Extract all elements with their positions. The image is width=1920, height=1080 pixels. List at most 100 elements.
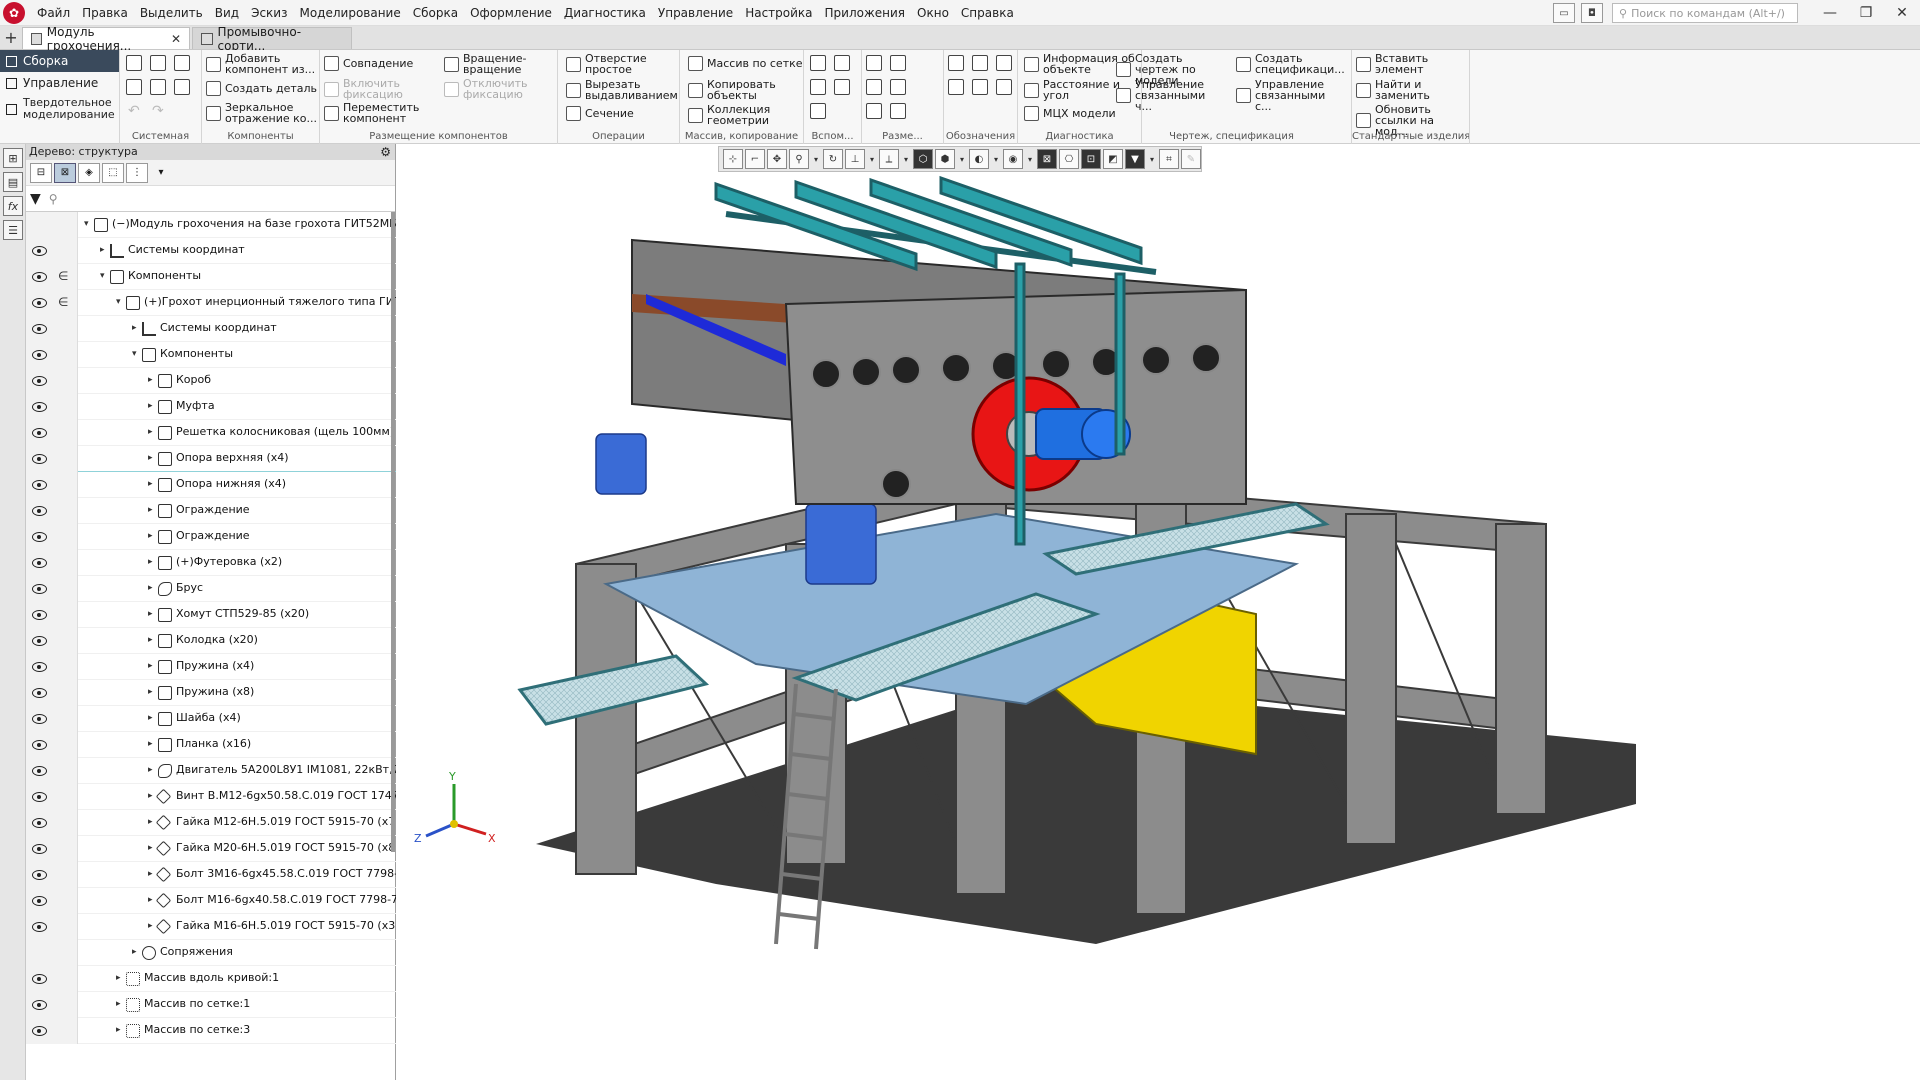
disable-fixation-button[interactable]: Отключить фиксацию xyxy=(444,78,533,100)
tree-row[interactable]: ▸ (+)Футеровка (x2) xyxy=(26,550,396,576)
eye-icon[interactable] xyxy=(31,504,47,518)
manage-drawings-button[interactable]: Управление связанными ч... xyxy=(1116,79,1225,112)
move-component-button[interactable]: Переместить компонент xyxy=(324,102,423,124)
menu-item[interactable]: Управление xyxy=(652,0,739,26)
menu-item[interactable]: Правка xyxy=(76,0,134,26)
expand-caret-icon[interactable]: ▸ xyxy=(148,921,153,931)
menu-item[interactable]: Моделирование xyxy=(293,0,406,26)
grid-array-button[interactable]: Массив по сетке xyxy=(688,56,803,71)
eye-icon[interactable] xyxy=(31,530,47,544)
expand-caret-icon[interactable]: ▸ xyxy=(148,713,153,723)
expand-caret-icon[interactable]: ▸ xyxy=(148,635,153,645)
tree-row[interactable]: ▸ Системы координат xyxy=(26,238,396,264)
gear-icon[interactable]: ⚙ xyxy=(380,144,391,160)
properties-icon[interactable] xyxy=(174,79,190,95)
eye-icon[interactable] xyxy=(31,712,47,726)
tree-row[interactable]: ▸ Пружина (x8) xyxy=(26,680,396,706)
tree-build-icon[interactable]: ⊠ xyxy=(54,162,76,183)
tree-row[interactable]: ▸ Брус xyxy=(26,576,396,602)
tree-row[interactable]: ▸ Опора нижняя (x4) xyxy=(26,472,396,498)
add-component-button[interactable]: Добавить компонент из... xyxy=(206,53,317,75)
create-spec-button[interactable]: Создать спецификаци... xyxy=(1236,53,1345,75)
mode-solid-modeling[interactable]: Твердотельное моделирование xyxy=(0,94,119,124)
tree-row[interactable]: ∈ ▾ (+)Грохот инерционный тяжелого типа ГИ… xyxy=(26,290,396,316)
properties-panel-icon[interactable]: ▤ xyxy=(3,172,23,192)
eye-icon[interactable] xyxy=(31,894,47,908)
eye-icon[interactable] xyxy=(31,426,47,440)
copy-objects-button[interactable]: Копировать объекты xyxy=(688,79,777,101)
eye-icon[interactable] xyxy=(31,322,47,336)
menu-item[interactable]: Сборка xyxy=(407,0,464,26)
tree-structure-icon[interactable]: ⊟ xyxy=(30,162,52,183)
screen-assembly-3d-model[interactable]: Y X Z xyxy=(396,144,1920,1080)
tree-row[interactable]: ▸ Пружина (x4) xyxy=(26,654,396,680)
eye-icon[interactable] xyxy=(31,634,47,648)
expand-caret-icon[interactable]: ▾ xyxy=(84,219,89,229)
filter-icon[interactable]: ▼ xyxy=(30,191,41,207)
print-icon[interactable] xyxy=(126,79,142,95)
expand-caret-icon[interactable]: ▸ xyxy=(148,427,153,437)
eye-icon[interactable] xyxy=(31,270,47,284)
aux-line-icon[interactable] xyxy=(810,103,826,119)
expand-caret-icon[interactable]: ▸ xyxy=(148,765,153,775)
tree-row[interactable]: ▸ Гайка М16-6Н.5.019 ГОСТ 5915-70 (x32) xyxy=(26,914,396,940)
insert-element-button[interactable]: Вставить элемент xyxy=(1356,53,1455,75)
eye-icon[interactable] xyxy=(31,1024,47,1038)
enable-fixation-button[interactable]: Включить фиксацию xyxy=(324,78,413,100)
tree-parts-icon[interactable]: ◈ xyxy=(78,162,100,183)
save-icon[interactable] xyxy=(174,55,190,71)
mirror-component-button[interactable]: Зеркальное отражение ко... xyxy=(206,102,317,124)
expand-caret-icon[interactable]: ▸ xyxy=(148,817,153,827)
hole-button[interactable]: Отверстие простое xyxy=(566,53,653,75)
eye-icon[interactable] xyxy=(31,764,47,778)
manage-spec-button[interactable]: Управление связанными с... xyxy=(1236,79,1345,112)
expand-caret-icon[interactable]: ▾ xyxy=(100,271,105,281)
tab-document-2[interactable]: Промывочно-сорти... xyxy=(192,25,352,53)
menu-item[interactable]: Вид xyxy=(209,0,245,26)
linear-dim-icon[interactable] xyxy=(866,55,882,71)
tree-row[interactable]: ▸ Шайба (x4) xyxy=(26,706,396,732)
expand-caret-icon[interactable]: ▸ xyxy=(148,791,153,801)
tree-row[interactable]: ▸ Системы координат xyxy=(26,316,396,342)
minimize-icon[interactable]: — xyxy=(1812,5,1848,21)
tab-close-icon[interactable]: ✕ xyxy=(171,32,181,46)
expand-caret-icon[interactable]: ▸ xyxy=(148,479,153,489)
tolerance-icon[interactable] xyxy=(996,55,1012,71)
include-icon[interactable]: ∈ xyxy=(58,269,68,283)
expand-caret-icon[interactable]: ▸ xyxy=(148,687,153,697)
radius-dim-icon[interactable] xyxy=(866,79,882,95)
tree-icon[interactable]: ⊞ xyxy=(3,148,23,168)
expand-caret-icon[interactable]: ▾ xyxy=(132,349,137,359)
screen-icon[interactable]: ◘ xyxy=(1581,3,1603,23)
model-viewport[interactable]: ⊹ ⌐ ✥ ⚲ ▾ ↻ ⊥ ▾ ⟂ ▾ ⬡ ⬢ ▾ ◐ ▾ ◉ ▾ ⊠ ⎔ ⊡ … xyxy=(396,144,1920,1080)
menu-item[interactable]: Оформление xyxy=(464,0,558,26)
extrude-cut-button[interactable]: Вырезать выдавливанием xyxy=(566,79,678,101)
expand-caret-icon[interactable]: ▸ xyxy=(148,843,153,853)
eye-icon[interactable] xyxy=(31,842,47,856)
tree-row[interactable]: ▸ Гайка М20-6Н.5.019 ГОСТ 5915-70 (x80) xyxy=(26,836,396,862)
preview-icon[interactable] xyxy=(150,79,166,95)
app-logo-icon[interactable]: ✿ xyxy=(3,1,25,24)
tree-row[interactable]: ▸ Гайка М12-6Н.5.019 ГОСТ 5915-70 (x72) xyxy=(26,810,396,836)
eye-icon[interactable] xyxy=(31,296,47,310)
tree-row[interactable]: ▸ Винт В.М12-6gx50.58.С.019 ГОСТ 17475-80 xyxy=(26,784,396,810)
roughness-icon[interactable] xyxy=(890,103,906,119)
expand-caret-icon[interactable]: ▸ xyxy=(148,453,153,463)
eye-icon[interactable] xyxy=(31,920,47,934)
tree-row[interactable]: ▾ (−)Модуль грохочения на базе грохота ГИ… xyxy=(26,212,396,238)
eye-icon[interactable] xyxy=(31,556,47,570)
include-icon[interactable]: ∈ xyxy=(58,295,68,309)
mark-icon[interactable] xyxy=(972,79,988,95)
eye-icon[interactable] xyxy=(31,608,47,622)
eye-icon[interactable] xyxy=(31,686,47,700)
leader-icon[interactable] xyxy=(866,103,882,119)
menu-item[interactable]: Файл xyxy=(31,0,76,26)
eye-icon[interactable] xyxy=(31,400,47,414)
eye-icon[interactable] xyxy=(31,998,47,1012)
expand-caret-icon[interactable]: ▸ xyxy=(100,245,105,255)
aux-plane-icon[interactable] xyxy=(810,79,826,95)
expand-caret-icon[interactable]: ▸ xyxy=(148,375,153,385)
mode-assembly[interactable]: Сборка xyxy=(0,50,119,72)
base-icon[interactable] xyxy=(972,55,988,71)
text-icon[interactable] xyxy=(996,79,1012,95)
